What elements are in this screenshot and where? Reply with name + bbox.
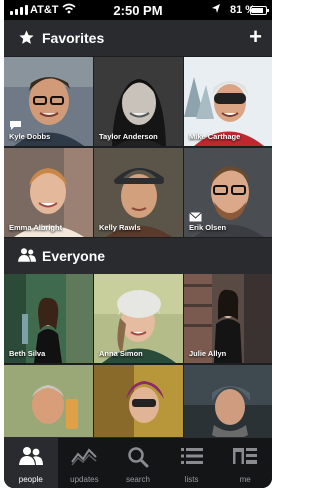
tab-me[interactable]: me	[218, 438, 272, 488]
everyone-grid: Beth Silva Anna Simon Julie Allyn	[4, 274, 272, 454]
tab-bar: people updates search lists me	[4, 437, 272, 488]
tab-label: search	[125, 475, 150, 484]
tab-label: people	[18, 475, 43, 484]
tab-updates[interactable]: updates	[58, 438, 112, 488]
person-name: Mike Carthage	[189, 132, 241, 141]
phone-screen: AT&T 2:50 PM 81 % Favorites + Kyle Dobbs	[4, 0, 272, 488]
person-name: Taylor Anderson	[99, 132, 158, 141]
everyone-title: Everyone	[42, 248, 106, 264]
favorites-title: Favorites	[42, 30, 105, 46]
location-icon	[212, 4, 220, 13]
person-tile-anna-simon[interactable]: Anna Simon	[94, 274, 183, 363]
everyone-header: Everyone	[4, 238, 272, 274]
star-icon	[19, 30, 34, 44]
person-tile-julie-allyn[interactable]: Julie Allyn	[184, 274, 272, 363]
person-name: Kelly Rawls	[99, 223, 141, 232]
person-name: Anna Simon	[99, 349, 143, 358]
person-tile-mike-carthage[interactable]: Mike Carthage	[184, 57, 272, 146]
tab-people[interactable]: people	[4, 438, 58, 488]
me-icon	[233, 448, 258, 464]
person-tile-kelly-rawls[interactable]: Kelly Rawls	[94, 148, 183, 237]
person-tile-kyle-dobbs[interactable]: Kyle Dobbs	[4, 57, 93, 146]
favorites-grid: Kyle Dobbs Taylor Anderson Mike Carthage…	[4, 57, 272, 237]
favorites-header: Favorites +	[4, 20, 272, 56]
add-favorite-button[interactable]: +	[249, 25, 262, 49]
chat-bubble-icon	[10, 121, 21, 130]
mail-icon	[189, 212, 202, 222]
person-name: Kyle Dobbs	[9, 132, 51, 141]
person-tile-erik-olsen[interactable]: Erik Olsen	[184, 148, 272, 237]
tab-lists[interactable]: lists	[165, 438, 219, 488]
person-tile-beth-silva[interactable]: Beth Silva	[4, 274, 93, 363]
status-bar: AT&T 2:50 PM 81 %	[4, 0, 272, 20]
lists-icon	[180, 448, 203, 464]
person-name: Beth Silva	[9, 349, 46, 358]
battery-icon	[250, 6, 269, 15]
updates-icon	[71, 448, 98, 466]
people-group-icon	[18, 248, 36, 262]
tab-label: updates	[70, 475, 99, 484]
person-name: Julie Allyn	[189, 349, 227, 358]
tab-label: me	[239, 475, 251, 484]
person-tile-taylor-anderson[interactable]: Taylor Anderson	[94, 57, 183, 146]
person-name: Emma Albright	[9, 223, 63, 232]
person-name: Erik Olsen	[189, 223, 227, 232]
tab-search[interactable]: search	[111, 438, 165, 488]
search-icon	[128, 447, 149, 468]
person-tile-emma-albright[interactable]: Emma Albright	[4, 148, 93, 237]
people-icon	[18, 447, 43, 465]
tab-label: lists	[184, 475, 199, 484]
